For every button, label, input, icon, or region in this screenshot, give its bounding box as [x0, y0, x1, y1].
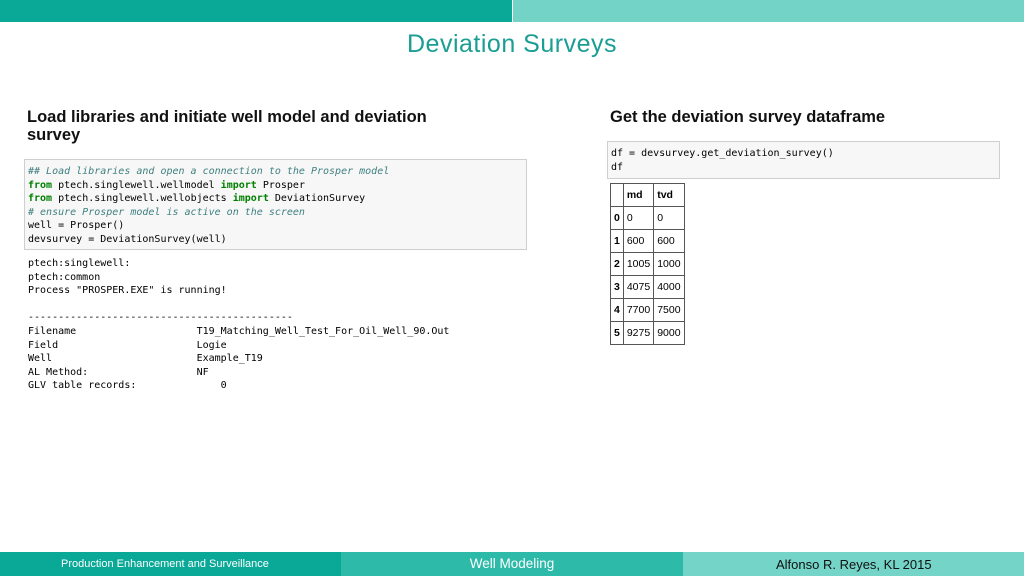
module-wellmodel: ptech.singlewell.wellmodel [52, 179, 221, 191]
column-header-tvd: tvd [653, 183, 685, 207]
output-line: GLV table records: 0 [28, 380, 227, 392]
footer-center-panel: Well Modeling [341, 552, 683, 576]
code-comment-line: # ensure Prosper model is active on the … [28, 206, 305, 218]
output-line: Well Example_T19 [28, 353, 263, 365]
keyword-import: import [220, 179, 257, 191]
table-row: 4 7700 7500 [610, 298, 685, 322]
cell-md: 1005 [622, 252, 655, 276]
table-header-row: md tvd [610, 183, 685, 207]
cell-tvd: 4000 [653, 275, 685, 299]
cell-md: 7700 [622, 298, 655, 322]
table-row: 2 1005 1000 [610, 252, 685, 276]
cell-tvd: 0 [653, 206, 685, 230]
slide-title: Deviation Surveys [407, 30, 617, 58]
table-row: 3 4075 4000 [610, 275, 685, 299]
cell-tvd: 1000 [653, 252, 685, 276]
footer-center-text: Well Modeling [469, 556, 555, 571]
code-cell-get-dataframe[interactable]: df = devsurvey.get_deviation_survey() df [607, 141, 1000, 179]
left-section-heading: Load libraries and initiate well model a… [27, 108, 427, 144]
row-index: 3 [610, 275, 624, 299]
cell-md: 9275 [622, 321, 655, 345]
code-df-assignment: df = devsurvey.get_deviation_survey() [611, 148, 834, 159]
cell-md: 4075 [622, 275, 655, 299]
right-section-heading: Get the deviation survey dataframe [610, 108, 886, 126]
table-row: 0 0 0 [610, 206, 685, 230]
code-df-display: df [611, 161, 624, 173]
row-index: 2 [610, 252, 624, 276]
output-line: ptech:singlewell: [28, 258, 131, 269]
row-index: 5 [610, 321, 624, 345]
code-import-line-deviation: from ptech.singlewell.wellobjects import… [28, 192, 526, 206]
output-line: AL Method: NF [28, 366, 209, 378]
import-deviationsurvey: DeviationSurvey [268, 193, 366, 205]
output-line: Field Logie [28, 339, 227, 351]
cell-tvd: 9000 [653, 321, 685, 345]
keyword-from: from [28, 193, 53, 205]
code-devsurvey-assignment: devsurvey = DeviationSurvey(well) [28, 233, 227, 245]
left-heading-line1: Load libraries and initiate well model a… [27, 108, 427, 126]
row-index: 0 [610, 206, 624, 230]
footer-right-text: Alfonso R. Reyes, KL 2015 [776, 557, 932, 572]
output-separator: ----------------------------------------… [28, 312, 293, 324]
dataframe-table: md tvd 0 0 0 1 600 600 2 1005 1000 3 407… [610, 183, 685, 345]
keyword-import: import [232, 193, 269, 205]
left-heading-line2: survey [27, 126, 81, 144]
top-accent-bar-right [513, 0, 1024, 22]
column-header-md: md [622, 183, 655, 207]
code-comment-line: ## Load libraries and open a connection … [28, 166, 390, 177]
footer-left-text: Production Enhancement and Surveillance [61, 558, 269, 570]
row-index: 1 [610, 229, 624, 253]
table-row: 1 600 600 [610, 229, 685, 253]
module-wellobjects: ptech.singlewell.wellobjects [52, 193, 233, 205]
top-accent-bar-left [0, 0, 512, 22]
cell-output: ptech:singlewell: ptech:common Process "… [28, 257, 449, 393]
output-line: Filename T19_Matching_Well_Test_For_Oil_… [28, 325, 450, 337]
footer-right-panel: Alfonso R. Reyes, KL 2015 [683, 552, 1024, 576]
cell-tvd: 600 [653, 229, 685, 253]
table-row: 5 9275 9000 [610, 321, 685, 345]
output-line: ptech:common [28, 271, 101, 283]
cell-md: 0 [622, 206, 655, 230]
output-line: Process "PROSPER.EXE" is running! [28, 285, 227, 297]
cell-tvd: 7500 [653, 298, 685, 322]
keyword-from: from [28, 179, 53, 191]
footer-left-panel: Production Enhancement and Surveillance [0, 552, 341, 576]
index-header [610, 183, 624, 207]
row-index: 4 [610, 298, 624, 322]
code-cell-load-libraries[interactable]: ## Load libraries and open a connection … [24, 159, 527, 250]
cell-md: 600 [622, 229, 655, 253]
code-import-line-prosper: from ptech.singlewell.wellmodel import P… [28, 179, 526, 193]
code-well-assignment: well = Prosper() [28, 220, 125, 232]
import-prosper: Prosper [256, 179, 305, 191]
